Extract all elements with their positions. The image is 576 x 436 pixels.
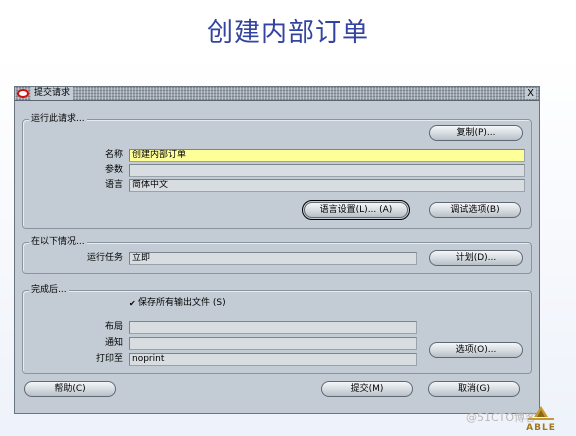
language-settings-button[interactable]: 语言设置(L)... (A) xyxy=(302,200,410,220)
cancel-button[interactable]: 取消(G) xyxy=(428,381,520,397)
conditions-group-label: 在以下情况... xyxy=(29,237,87,248)
oracle-logo-icon xyxy=(17,89,29,98)
run-request-group-label: 运行此请求... xyxy=(29,114,87,125)
params-label: 参数 xyxy=(104,165,123,175)
run-job-field[interactable]: 立即 xyxy=(129,252,417,265)
window-title: 提交请求 xyxy=(31,87,74,100)
name-field[interactable]: 创建内部订单 xyxy=(129,149,525,162)
completion-group: 完成后... ✔ 保存所有输出文件 (S) 布局 通知 打印至 noprint … xyxy=(22,285,532,374)
slide-title: 创建内部订单 xyxy=(206,18,369,48)
able-logo-icon xyxy=(528,406,554,420)
name-label: 名称 xyxy=(104,150,123,160)
print-to-label: 打印至 xyxy=(95,354,123,364)
able-logo-text: ABLE xyxy=(526,423,556,433)
help-button[interactable]: 帮助(C) xyxy=(24,381,116,397)
language-label: 语言 xyxy=(104,180,123,190)
language-field[interactable]: 简体中文 xyxy=(129,179,525,192)
close-icon[interactable]: X xyxy=(525,88,536,99)
params-field[interactable] xyxy=(129,164,525,177)
window-titlebar[interactable]: 提交请求 X xyxy=(15,87,539,101)
completion-group-label: 完成后... xyxy=(29,285,69,296)
notify-label: 通知 xyxy=(104,338,123,348)
debug-options-button[interactable]: 调试选项(B) xyxy=(429,202,521,218)
print-to-field[interactable]: noprint xyxy=(129,353,417,366)
able-logo: ABLE xyxy=(518,405,564,433)
notify-field[interactable] xyxy=(129,337,417,350)
conditions-group: 在以下情况... 运行任务 立即 计划(D)... xyxy=(22,237,532,274)
schedule-button[interactable]: 计划(D)... xyxy=(429,250,523,266)
layout-field[interactable] xyxy=(129,321,417,334)
save-outputs-checkbox[interactable]: ✔ xyxy=(129,300,137,308)
layout-label: 布局 xyxy=(104,322,123,332)
options-button[interactable]: 选项(O)... xyxy=(429,342,523,358)
submit-request-window: 提交请求 X 运行此请求... 复制(P)... 名称 创建内部订单 参数 语言… xyxy=(14,86,540,414)
run-job-label: 运行任务 xyxy=(86,253,123,263)
save-outputs-label: 保存所有输出文件 (S) xyxy=(138,298,226,308)
copy-button[interactable]: 复制(P)... xyxy=(429,125,523,141)
submit-button[interactable]: 提交(M) xyxy=(321,381,413,397)
run-request-group: 运行此请求... 复制(P)... 名称 创建内部订单 参数 语言 简体中文 语… xyxy=(22,114,532,229)
